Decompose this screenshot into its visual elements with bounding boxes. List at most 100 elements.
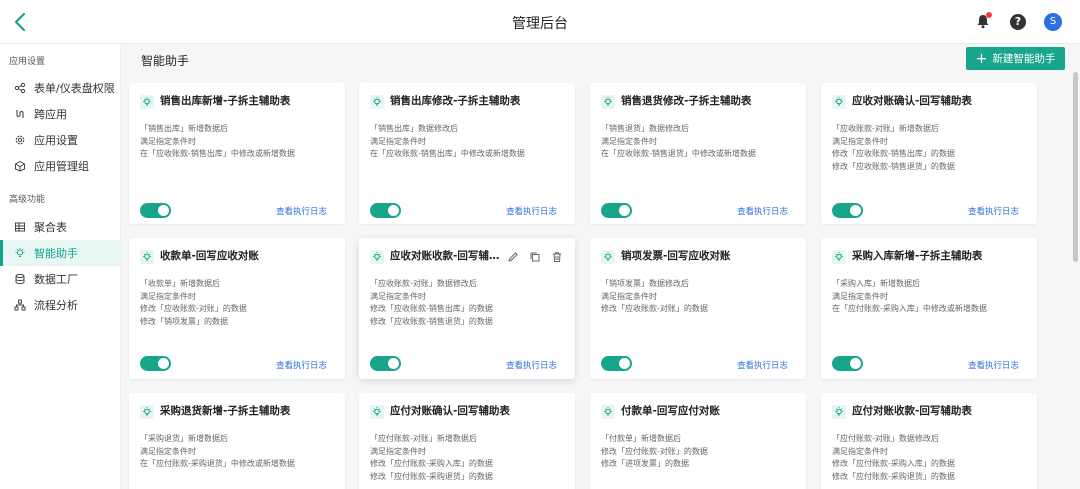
card-description-line: 修改「应付账款-采购退货」的数据 — [370, 471, 493, 481]
enable-toggle[interactable] — [601, 203, 632, 218]
card-description-line: 满足指定条件时 — [832, 136, 888, 146]
sidebar-item-process-analysis[interactable]: 流程分析 — [0, 292, 120, 318]
card-description-line: 满足指定条件时 — [370, 446, 426, 456]
notification-dot — [986, 12, 992, 18]
assistant-card[interactable]: 应收对账确认-回写辅助表 「应收账款-对账」新增数据后 满足指定条件时 修改「应收账款… — [821, 83, 1037, 224]
card-description: 「销售退货」数据修改后 满足指定条件时 在「应收账款-销售退货」中修改或新增数据 — [601, 123, 756, 161]
card-description-line: 满足指定条件时 — [370, 291, 426, 301]
sidebar-item-data-factory[interactable]: 数据工厂 — [0, 266, 120, 292]
copy-icon[interactable] — [529, 248, 541, 267]
help-icon[interactable]: ? — [1010, 14, 1026, 30]
card-description-line: 「应收账款-对账」新增数据后 — [832, 124, 939, 133]
delete-icon[interactable] — [551, 248, 563, 267]
assistant-card[interactable]: 销售出库修改-子拆主辅助表 「销售出库」数据修改后 满足指定条件时 在「应收账款-销售… — [359, 83, 575, 224]
bulb-icon — [140, 249, 154, 264]
view-execution-log-link[interactable]: 查看执行日志 — [737, 359, 788, 371]
view-execution-log-link[interactable]: 查看执行日志 — [968, 359, 1019, 371]
sidebar-item-app-settings[interactable]: 应用设置 — [0, 127, 120, 153]
scrollbar[interactable] — [1073, 72, 1078, 262]
card-actions — [507, 248, 563, 267]
card-title: 采购入库新增-子拆主辅助表 — [852, 250, 983, 262]
bulb-icon — [601, 94, 615, 109]
cube-icon — [14, 160, 26, 172]
plus-icon: + — [975, 50, 988, 67]
assistant-card[interactable]: 销售出库新增-子拆主辅助表 「销售出库」新增数据后 满足指定条件时 在「应收账款-销售… — [129, 83, 345, 224]
sidebar-item-label: 跨应用 — [34, 108, 67, 121]
notification-bell-icon[interactable] — [974, 12, 992, 30]
assistant-card[interactable]: 销售退货修改-子拆主辅助表「销售退货」数据修改后 满足指定条件时 在「应收账款-销售… — [590, 83, 806, 224]
card-header: 销售出库修改-子拆主辅助表 — [370, 93, 520, 109]
assistant-card[interactable]: 应收对账收款-回写辅助表「应收账款-对账」数据修改后 满足指定条件时修改「应收账款… — [359, 238, 575, 379]
sidebar-item-label: 聚合表 — [34, 221, 67, 234]
enable-toggle[interactable] — [832, 356, 863, 371]
enable-toggle[interactable] — [140, 203, 171, 218]
card-description-line: 满足指定条件时 — [832, 291, 888, 301]
card-description-line: 满足指定条件时 — [832, 446, 888, 456]
bulb-icon — [370, 94, 384, 109]
sidebar-item-label: 数据工厂 — [34, 273, 78, 286]
view-execution-log-link[interactable]: 查看执行日志 — [276, 205, 327, 217]
enable-toggle[interactable] — [370, 203, 401, 218]
card-description-line: 满足指定条件时 — [601, 136, 657, 146]
card-description-line: 「应收账款-对账」数据修改后 — [370, 279, 477, 288]
bulb-icon — [140, 94, 154, 109]
enable-toggle[interactable] — [832, 203, 863, 218]
enable-toggle[interactable] — [370, 356, 401, 371]
card-header: 销项发票-回写应收对账 — [601, 248, 730, 264]
sidebar-item-app-admin-group[interactable]: 应用管理组 — [0, 153, 120, 179]
card-header: 应付对账确认-回写辅助表 — [370, 403, 510, 419]
card-description-line: 「销项发票」数据修改后 — [601, 279, 689, 288]
sidebar-item-cross-app[interactable]: 跨应用 — [0, 101, 120, 127]
assistant-card[interactable]: 付款单-回写应付对账「付款单」新增数据后 修改「应付账款-对账」的数据 修改「进项发… — [590, 393, 806, 489]
card-description-line: 满足指定条件时 — [140, 291, 196, 301]
card-description-line: 满足指定条件时 — [140, 136, 196, 146]
card-description-line: 修改「应收账款-对账」的数据 — [140, 304, 247, 313]
card-header: 应付对账收款-回写辅助表 — [832, 403, 972, 419]
view-execution-log-link[interactable]: 查看执行日志 — [276, 359, 327, 371]
enable-toggle[interactable] — [601, 356, 632, 371]
sidebar-item-aggregate-table[interactable]: 聚合表 — [0, 214, 120, 240]
enable-toggle[interactable] — [140, 356, 171, 371]
card-description-line: 修改「应收账款-销售退货」的数据 — [370, 316, 493, 326]
card-title: 应收对账收款-回写辅助表 — [390, 250, 502, 262]
card-header: 付款单-回写应付对账 — [601, 403, 720, 419]
bulb-icon — [14, 247, 26, 259]
card-description-line: 修改「应付账款-采购入库」的数据 — [370, 459, 493, 468]
avatar[interactable]: S — [1044, 13, 1062, 31]
view-execution-log-link[interactable]: 查看执行日志 — [506, 205, 557, 217]
sidebar-item-label: 智能助手 — [34, 247, 78, 260]
card-description-line: 在「应付账款-采购退货」中修改或新增数据 — [140, 459, 295, 468]
section-title: 智能助手 — [141, 54, 190, 68]
card-description-line: 「付款单」新增数据后 — [601, 434, 681, 443]
card-title: 销售出库新增-子拆主辅助表 — [160, 95, 291, 107]
assistant-card[interactable]: 收款单-回写应收对账 「收款单」新增数据后 满足指定条件时 修改「应收账款-对账」的数… — [129, 238, 345, 379]
card-description-line: 在「应收账款-销售出库」中修改或新增数据 — [140, 149, 295, 158]
assistant-card[interactable]: 销项发票-回写应收对账 「销项发票」数据修改后 满足指定条件时 修改「应收账款-对账」… — [590, 238, 806, 379]
card-header: 应收对账收款-回写辅助表 — [370, 248, 502, 264]
card-title: 应付对账收款-回写辅助表 — [852, 405, 972, 417]
card-description: 「付款单」新增数据后 修改「应付账款-对账」的数据 修改「进项发票」的数据 — [601, 433, 708, 471]
sidebar-item-form-permissions[interactable]: 表单/仪表盘权限 — [0, 75, 120, 101]
page-title: 管理后台 — [512, 16, 568, 32]
assistant-card[interactable]: 采购退货新增-子拆主辅助表 「采购退货」新增数据后 满足指定条件时 在「应付账款-采购… — [129, 393, 345, 489]
assistant-card[interactable]: 采购入库新增-子拆主辅助表 「采购入库」新增数据后 满足指定条件时 在「应付账款-采购… — [821, 238, 1037, 379]
new-assistant-button[interactable]: + 新建智能助手 — [966, 47, 1065, 70]
view-execution-log-link[interactable]: 查看执行日志 — [968, 205, 1019, 217]
card-title: 付款单-回写应付对账 — [621, 405, 720, 417]
view-execution-log-link[interactable]: 查看执行日志 — [737, 205, 788, 217]
assistant-card[interactable]: 应付对账确认-回写辅助表 「应付账款-对账」新增数据后 满足指定条件时 修改「应付账款… — [359, 393, 575, 489]
card-description: 「应收账款-对账」新增数据后 满足指定条件时 修改「应收账款-销售出库」的数据 修改「… — [832, 123, 955, 173]
card-description: 「应付账款-对账」新增数据后 满足指定条件时 修改「应付账款-采购入库」的数据 修改「… — [370, 433, 493, 483]
view-execution-log-link[interactable]: 查看执行日志 — [506, 359, 557, 371]
sidebar: 应用设置 表单/仪表盘权限 跨应用 应用设置 应用管理组 高级功能 聚合表 智能… — [0, 44, 121, 489]
card-description: 「采购退货」新增数据后 满足指定条件时 在「应付账款-采购退货」中修改或新增数据 — [140, 433, 295, 471]
edit-icon[interactable] — [507, 248, 519, 267]
bulb-icon — [832, 94, 846, 109]
sidebar-item-smart-assistant[interactable]: 智能助手 — [0, 240, 120, 266]
sidebar-item-label: 流程分析 — [34, 299, 78, 312]
card-title: 销售退货修改-子拆主辅助表 — [621, 95, 752, 107]
sidebar-item-label: 应用管理组 — [34, 160, 89, 173]
assistant-card[interactable]: 应付对账收款-回写辅助表 「应付账款-对账」数据修改后 满足指定条件时 修改「应付账款… — [821, 393, 1037, 489]
gear-icon — [14, 134, 26, 146]
card-title: 收款单-回写应收对账 — [160, 250, 259, 262]
